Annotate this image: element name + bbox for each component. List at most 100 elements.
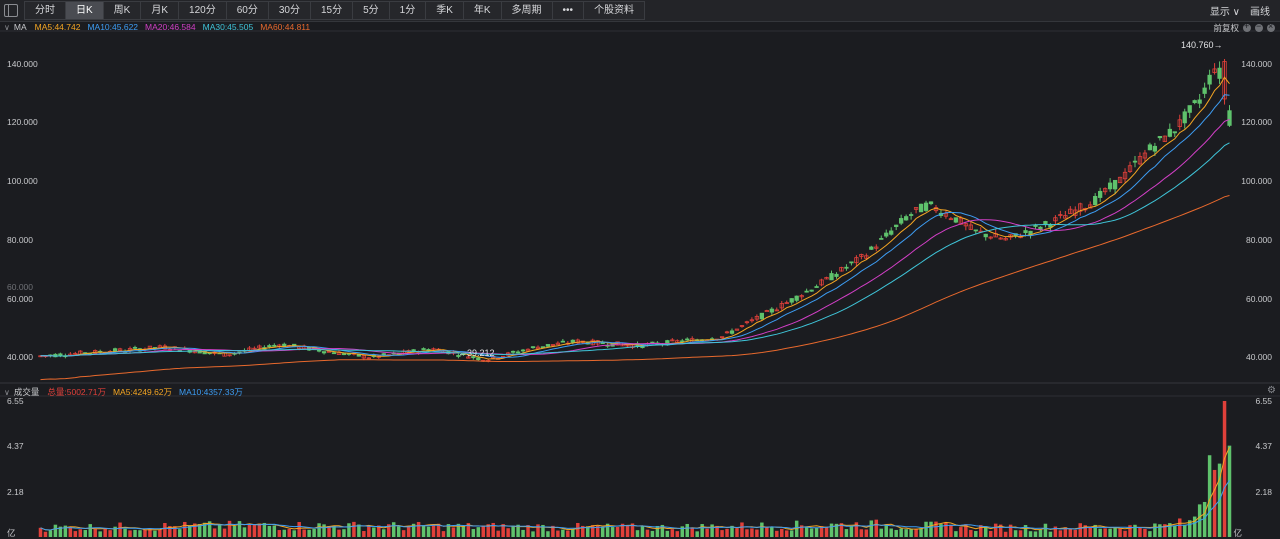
volume-bar: [1008, 524, 1013, 537]
legend-item: MA60:44.811: [260, 22, 311, 32]
volume-bar: [123, 528, 127, 537]
volume-bar: [406, 526, 411, 537]
volume-bar: [640, 526, 645, 537]
candle-body: [1197, 99, 1202, 104]
volume-bar: [1088, 527, 1092, 537]
volume-bar: [217, 524, 222, 537]
volume-bar: [645, 529, 650, 537]
volume-bar: [178, 529, 182, 537]
volume-bar: [496, 530, 500, 537]
volume-bar: [625, 525, 630, 537]
candle-body: [884, 232, 889, 237]
draw-line-button[interactable]: 画线: [1250, 3, 1270, 18]
volume-bar: [1182, 524, 1187, 537]
volume-bar: [615, 526, 620, 537]
volume-bar: [1078, 523, 1083, 537]
volume-bar: [158, 529, 162, 537]
volume-bar: [1003, 531, 1008, 537]
volume-bar: [431, 524, 436, 537]
volume-bar: [1058, 530, 1063, 537]
tab-5[interactable]: 60分: [225, 1, 269, 20]
volume-bar: [929, 521, 933, 537]
period-tabs: 分时 日K 周K 月K 120分 60分 30分 15分 5分 1分 季K 年K 多周期 ••• 个股资料: [24, 1, 646, 20]
tab-1[interactable]: 日K: [65, 1, 104, 20]
volume-bar: [1133, 524, 1137, 537]
tab-2[interactable]: 周K: [102, 1, 142, 20]
legend-item: MA10:45.622: [87, 22, 139, 32]
tab-8[interactable]: 5分: [352, 1, 390, 20]
tab-7[interactable]: 15分: [309, 1, 354, 20]
volume-bar: [869, 520, 874, 537]
axis-tick: 80.000: [1246, 234, 1272, 245]
candle-body: [540, 346, 546, 349]
candle-body: [849, 261, 854, 264]
volume-bar: [590, 525, 595, 537]
volume-bar: [38, 527, 43, 537]
tab-3[interactable]: 月K: [140, 1, 180, 20]
tab-10[interactable]: 季K: [425, 1, 464, 20]
candle-body: [834, 273, 839, 277]
candle-body: [316, 349, 322, 352]
volume-bar: [342, 529, 346, 537]
volume-bar: [670, 529, 675, 537]
volume-bar: [506, 528, 510, 537]
candle-body: [1172, 131, 1177, 134]
overlay-tick: 60.000: [7, 282, 33, 292]
display-menu-button[interactable]: 显示 ∨: [1210, 3, 1240, 18]
sidebar-toggle-icon[interactable]: [4, 4, 18, 17]
volume-bar: [118, 522, 122, 537]
close-icon[interactable]: [1267, 21, 1275, 32]
volume-bar: [1068, 529, 1073, 537]
volume-bar: [789, 530, 794, 537]
tab-9[interactable]: 1分: [388, 1, 427, 20]
candle-body: [953, 217, 959, 223]
volume-bar: [103, 528, 107, 537]
tab-11[interactable]: 年K: [462, 1, 502, 20]
axis-tick: 140.000: [1241, 58, 1272, 69]
gear-icon[interactable]: ⚙: [1267, 385, 1276, 396]
candle-body: [769, 308, 774, 313]
plus-icon[interactable]: [1243, 21, 1251, 32]
volume-bar: [864, 529, 869, 537]
volume-bar: [1227, 445, 1232, 537]
high-annotation: 140.760→: [1181, 40, 1223, 50]
volume-bar: [183, 521, 187, 537]
candle-body: [1157, 136, 1163, 139]
volume-bar: [1118, 528, 1122, 537]
volume-bar: [53, 524, 58, 537]
volume-bar: [710, 524, 714, 537]
tab-13[interactable]: •••: [551, 1, 585, 20]
main-indicator-label[interactable]: MA: [14, 22, 27, 32]
volume-bar: [416, 521, 421, 537]
collapse-chevron-icon[interactable]: ∨: [4, 23, 10, 32]
candle-body: [1112, 179, 1118, 190]
volume-ma5-line: [40, 446, 1230, 531]
low-annotation: ←39.212: [458, 348, 495, 358]
volume-bar: [600, 526, 605, 537]
candle-body: [764, 310, 769, 312]
axis-tick: 2.18: [1255, 486, 1272, 497]
kline-chart[interactable]: [0, 21, 1280, 538]
tab-12[interactable]: 多周期: [500, 1, 553, 20]
candle-body: [983, 233, 988, 238]
volume-bar: [556, 530, 560, 537]
candle-body: [112, 348, 118, 352]
volume-unit-right: 亿: [1233, 528, 1242, 538]
volume-bar: [879, 528, 884, 537]
volume-bar: [262, 522, 267, 537]
axis-tick: 6.55: [1255, 396, 1272, 406]
minus-icon[interactable]: [1255, 21, 1263, 32]
candle-body: [1023, 230, 1028, 234]
legend-item: MA10:4357.33万: [179, 387, 243, 397]
volume-bar: [566, 530, 570, 537]
volume-bar: [153, 530, 157, 537]
volume-bar: [511, 525, 515, 537]
tab-0[interactable]: 分时: [24, 1, 66, 20]
price-adjust-select[interactable]: 前复权: [1213, 22, 1239, 34]
tab-14[interactable]: 个股资料: [583, 1, 646, 20]
candle-body: [1227, 110, 1232, 126]
tab-6[interactable]: 30分: [267, 1, 311, 20]
tab-4[interactable]: 120分: [178, 1, 227, 20]
volume-bar: [173, 526, 177, 537]
volume-legend: ∨ 成交量 总量:5002.71万 MA5:4249.62万 MA10:4357.3…: [4, 386, 250, 398]
